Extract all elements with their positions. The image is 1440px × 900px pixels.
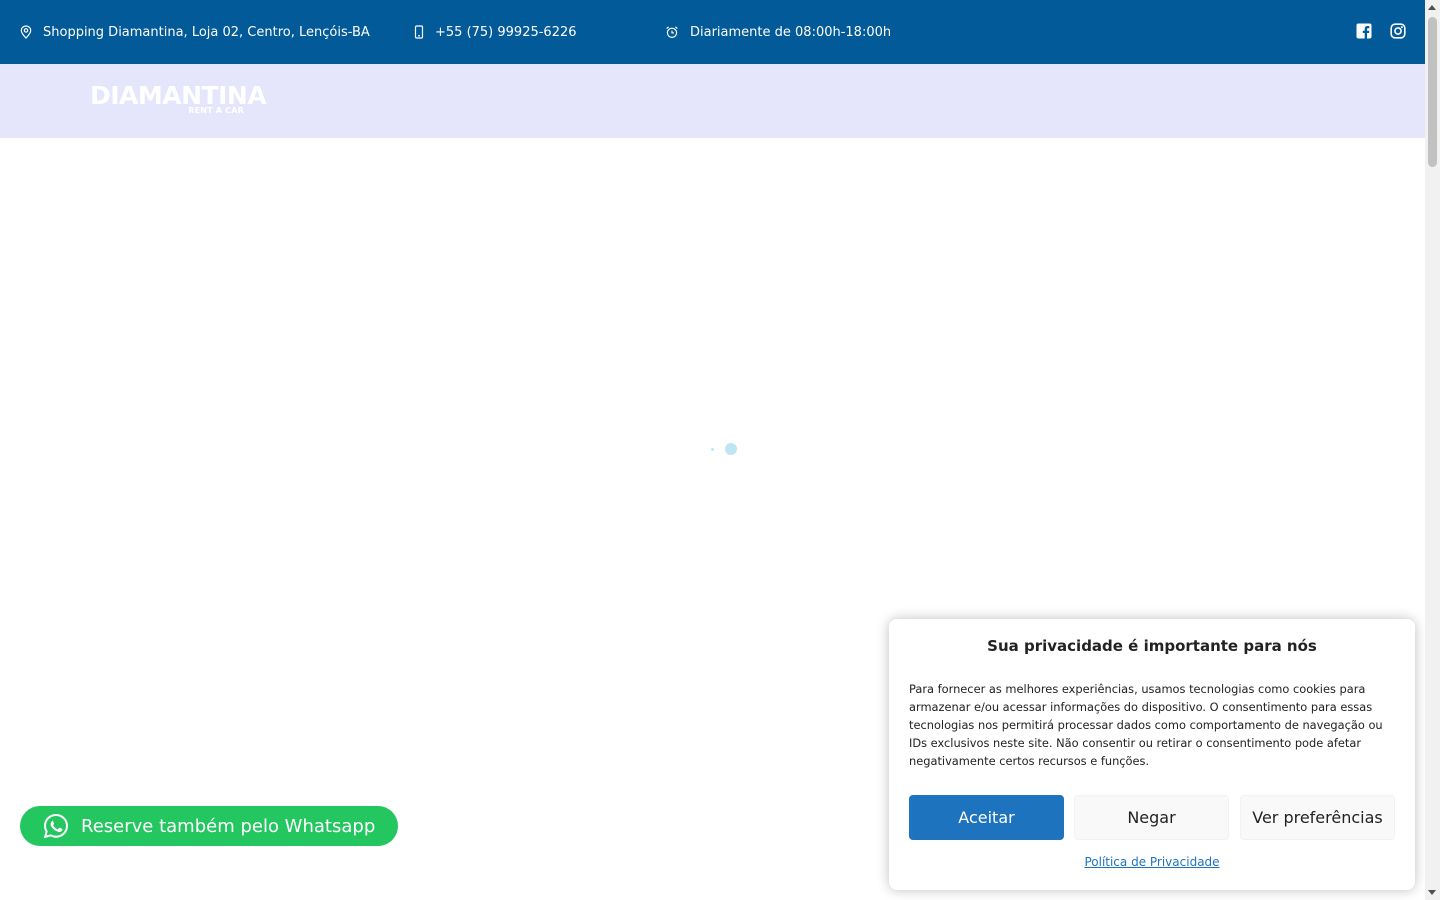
instagram-icon — [1390, 23, 1406, 39]
scroll-down-arrow-icon[interactable] — [1428, 890, 1436, 895]
page-scrollbar[interactable] — [1425, 0, 1440, 900]
cookie-message: Para fornecer as melhores experiências, … — [909, 682, 1383, 768]
instagram-link[interactable] — [1389, 22, 1407, 40]
view-preferences-button[interactable]: Ver preferências — [1240, 795, 1395, 840]
whatsapp-icon — [43, 813, 69, 839]
map-pin-icon — [20, 25, 32, 39]
facebook-link[interactable] — [1355, 22, 1373, 40]
cookie-consent-dialog: Sua privacidade é importante para nós Pa… — [889, 619, 1415, 890]
logo-sub-text: RENT A CAR — [188, 106, 244, 115]
hours-info: Diariamente de 08:00h-18:00h — [665, 0, 891, 64]
site-logo[interactable]: DIAMANTINA RENT A CAR — [90, 82, 267, 122]
address-info: Shopping Diamantina, Loja 02, Centro, Le… — [20, 0, 370, 64]
main-navbar: DIAMANTINA RENT A CAR — [0, 64, 1425, 138]
accept-button[interactable]: Aceitar — [909, 795, 1064, 840]
alarm-clock-icon — [666, 26, 678, 39]
scrollbar-thumb[interactable] — [1428, 17, 1437, 167]
phone-info[interactable]: +55 (75) 99925-6226 — [414, 0, 577, 64]
loader-dot — [725, 443, 737, 455]
phone-text[interactable]: +55 (75) 99925-6226 — [435, 25, 577, 40]
whatsapp-button[interactable]: Reserve também pelo Whatsapp — [20, 806, 398, 846]
privacy-policy-link[interactable]: Política de Privacidade — [889, 855, 1415, 869]
mobile-phone-icon — [414, 25, 424, 39]
address-text: Shopping Diamantina, Loja 02, Centro, Le… — [43, 24, 370, 40]
hours-text: Diariamente de 08:00h-18:00h — [690, 24, 892, 40]
loader-dot — [711, 448, 714, 451]
facebook-icon — [1356, 23, 1372, 39]
deny-button[interactable]: Negar — [1074, 795, 1229, 840]
top-info-bar: Shopping Diamantina, Loja 02, Centro, Le… — [0, 0, 1425, 64]
whatsapp-label: Reserve também pelo Whatsapp — [81, 815, 376, 837]
scroll-up-arrow-icon[interactable] — [1428, 5, 1436, 10]
cookie-title: Sua privacidade é importante para nós — [987, 637, 1317, 655]
